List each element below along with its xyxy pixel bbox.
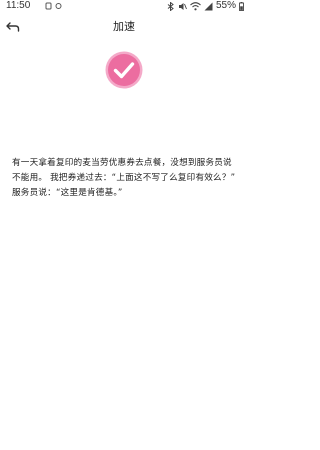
top-bar: 加速 [0, 16, 248, 38]
battery-icon [239, 1, 244, 11]
page-title: 加速 [113, 20, 135, 33]
status-bar: 11:50 55% [0, 0, 248, 14]
battery-level: 55% [215, 0, 236, 11]
notification-icons [45, 2, 62, 10]
checkmark-icon [105, 51, 143, 89]
signal-icon [204, 2, 213, 10]
status-time: 11:50 [6, 0, 31, 11]
notification-icon [55, 3, 62, 9]
status-right-group: 55% [167, 0, 244, 12]
mute-icon [178, 2, 187, 10]
notification-icon [45, 2, 52, 10]
wifi-icon [190, 1, 201, 10]
bluetooth-icon [167, 1, 174, 11]
joke-text: 有一天拿着复印的麦当劳优惠券去点餐，没想到服务员说不能用。 我把券递过去：“上面… [12, 158, 236, 198]
